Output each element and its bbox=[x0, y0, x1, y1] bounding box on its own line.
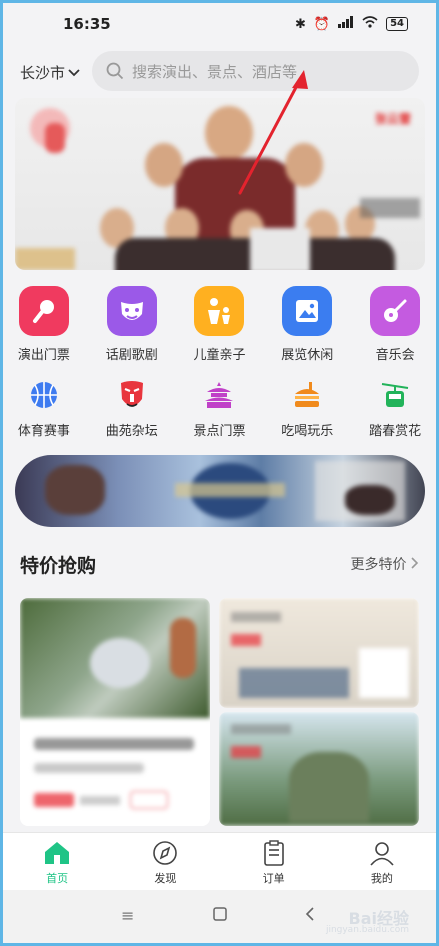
order-icon bbox=[263, 840, 284, 866]
microphone-icon bbox=[18, 286, 69, 336]
opera-mask-icon bbox=[114, 378, 150, 412]
deal-card-content bbox=[219, 598, 419, 708]
alarm-icon: ⏰ bbox=[313, 16, 331, 32]
category-label: 展览休闲 bbox=[281, 348, 334, 363]
compass-icon bbox=[153, 841, 178, 865]
search-input[interactable]: 搜索演出、景点、酒店等 bbox=[92, 51, 419, 91]
tab-home[interactable]: 首页 bbox=[3, 833, 111, 890]
category-label: 景点门票 bbox=[193, 424, 246, 439]
category-scenic-tickets[interactable]: 景点门票 bbox=[176, 378, 264, 439]
city-label: 长沙市 bbox=[20, 64, 66, 82]
tab-discover[interactable]: 发现 bbox=[111, 833, 219, 890]
wifi-icon bbox=[362, 16, 378, 32]
chevron-down-icon bbox=[68, 68, 80, 76]
parent-child-icon bbox=[194, 286, 245, 336]
category-folk-arts[interactable]: 曲苑杂坛 bbox=[88, 378, 176, 439]
promo-image bbox=[15, 455, 425, 527]
bottom-tab-bar: 首页 发现 订单 我的 bbox=[3, 832, 436, 890]
tab-label: 订单 bbox=[262, 872, 285, 885]
category-label: 曲苑杂坛 bbox=[105, 424, 158, 439]
back-icon[interactable] bbox=[305, 906, 315, 925]
tab-profile[interactable]: 我的 bbox=[328, 833, 436, 890]
signal-icon bbox=[338, 16, 354, 32]
category-spring-flowers[interactable]: 踏春赏花 bbox=[351, 378, 439, 439]
category-label: 体育赛事 bbox=[17, 424, 70, 439]
status-bar: 16:35 ✱ ⏰ 54 bbox=[3, 3, 436, 45]
category-sports[interactable]: 体育赛事 bbox=[0, 378, 88, 439]
search-placeholder: 搜索演出、景点、酒店等 bbox=[132, 62, 298, 81]
guitar-icon bbox=[370, 286, 421, 336]
battery-icon: 54 bbox=[386, 17, 408, 31]
tab-label: 发现 bbox=[154, 872, 177, 885]
picture-icon bbox=[282, 286, 333, 336]
category-concert[interactable]: 音乐会 bbox=[351, 286, 439, 363]
burger-icon bbox=[289, 378, 325, 412]
profile-icon bbox=[370, 842, 394, 866]
basketball-icon bbox=[26, 378, 62, 412]
status-icons: ✱ ⏰ 54 bbox=[295, 16, 408, 32]
category-label: 话剧歌剧 bbox=[105, 348, 158, 363]
section-title: 特价抢购 bbox=[20, 555, 97, 577]
category-kids-family[interactable]: 儿童亲子 bbox=[176, 286, 264, 363]
deal-card[interactable] bbox=[219, 712, 419, 826]
home-button-icon[interactable] bbox=[213, 906, 227, 925]
tab-label: 首页 bbox=[46, 872, 69, 885]
home-icon bbox=[45, 842, 70, 864]
category-drama-opera[interactable]: 话剧歌剧 bbox=[88, 286, 176, 363]
cable-car-icon bbox=[377, 378, 413, 412]
category-food-fun[interactable]: 吃喝玩乐 bbox=[263, 378, 351, 439]
banner-badge: 张云雷 bbox=[374, 112, 411, 126]
category-label: 踏春赏花 bbox=[369, 424, 422, 439]
deal-card-content bbox=[219, 712, 419, 826]
main-banner[interactable]: 张云雷 bbox=[15, 98, 425, 270]
deal-card[interactable] bbox=[219, 598, 419, 708]
promo-banner[interactable] bbox=[15, 455, 425, 527]
category-show-tickets[interactable]: 演出门票 bbox=[0, 286, 88, 363]
category-label: 演出门票 bbox=[17, 348, 70, 363]
secondary-category-grid: 体育赛事 曲苑杂坛 景点门票 吃喝玩乐 踏春赏花 bbox=[0, 378, 439, 439]
chevron-right-icon bbox=[411, 557, 419, 569]
watermark-url: jingyan.baidu.com bbox=[325, 925, 409, 935]
temple-icon bbox=[201, 378, 237, 412]
primary-category-grid: 演出门票 话剧歌剧 儿童亲子 展览休闲 音乐会 bbox=[0, 286, 439, 363]
more-deals-label: 更多特价 bbox=[350, 557, 407, 573]
category-label: 吃喝玩乐 bbox=[281, 424, 334, 439]
category-label: 音乐会 bbox=[375, 348, 415, 363]
city-selector[interactable]: 长沙市 bbox=[20, 62, 80, 83]
bluetooth-icon: ✱ bbox=[294, 16, 306, 32]
banner-photo: 张云雷 bbox=[15, 98, 425, 270]
search-icon bbox=[106, 62, 124, 80]
deal-card-content bbox=[20, 598, 210, 826]
category-label: 儿童亲子 bbox=[193, 348, 246, 363]
mask-icon bbox=[106, 286, 157, 336]
category-exhibition[interactable]: 展览休闲 bbox=[263, 286, 351, 363]
tab-orders[interactable]: 订单 bbox=[220, 833, 328, 890]
deal-card[interactable] bbox=[20, 598, 210, 826]
tab-label: 我的 bbox=[370, 872, 393, 885]
menu-icon[interactable]: ≡ bbox=[121, 906, 134, 925]
more-deals-link[interactable]: 更多特价 bbox=[351, 554, 419, 574]
status-time: 16:35 bbox=[63, 15, 111, 33]
